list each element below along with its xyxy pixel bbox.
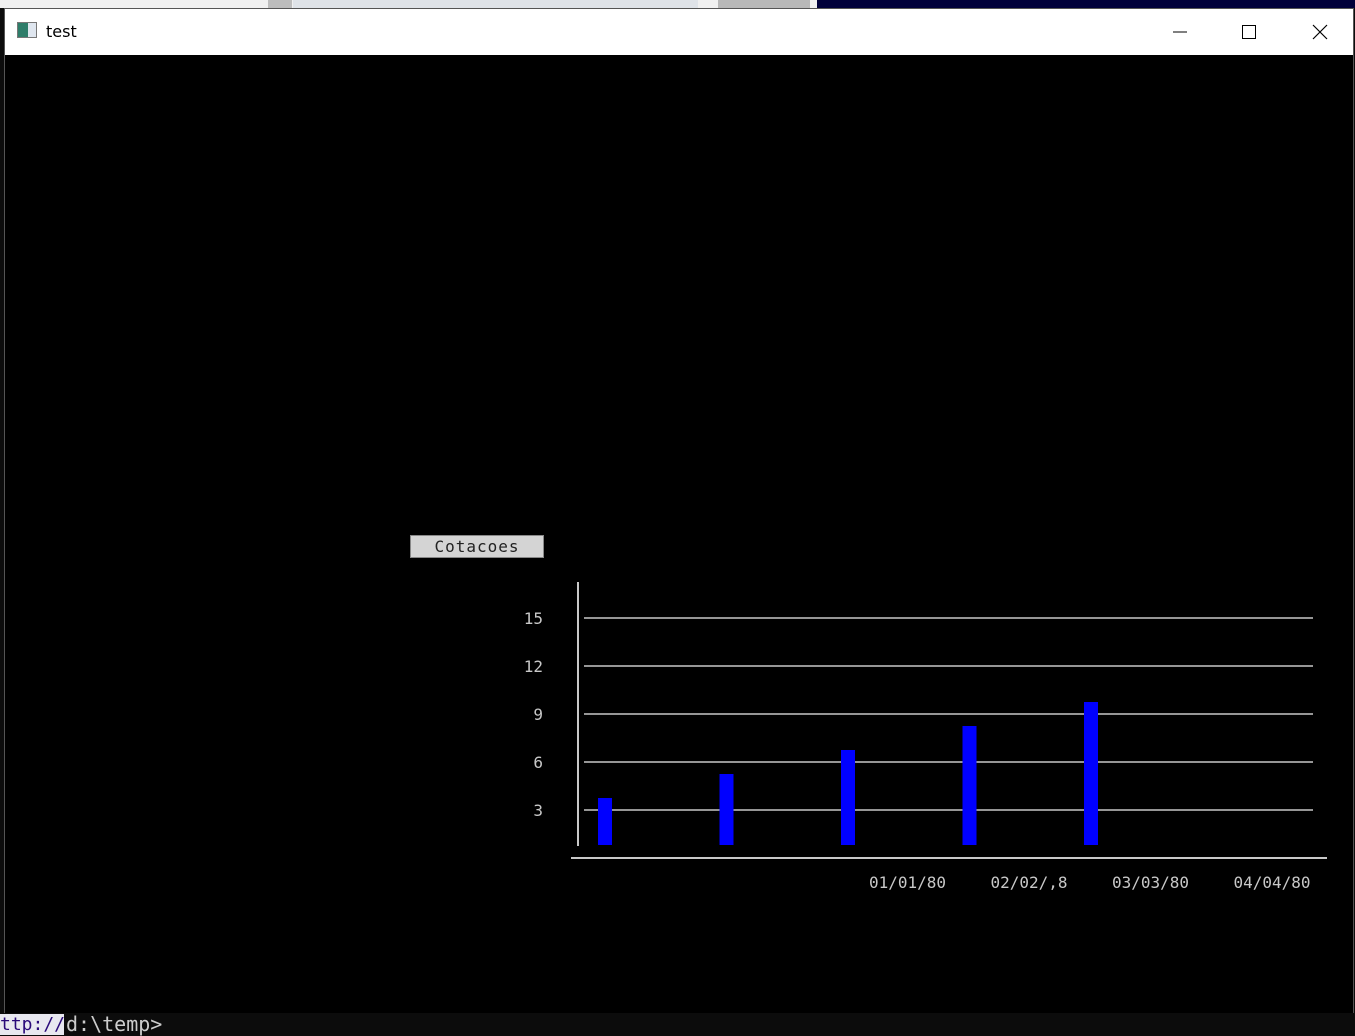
y-tick-label: 12 — [524, 657, 543, 676]
bar — [962, 726, 977, 845]
y-tick-label: 6 — [533, 753, 543, 772]
x-tick-label: 02/02/,8 — [991, 873, 1068, 892]
bar — [1084, 702, 1098, 845]
bar — [841, 750, 855, 845]
console-link-text[interactable]: ttp:// — [0, 1014, 64, 1035]
x-tick-label: 03/03/80 — [1112, 873, 1189, 892]
console-strip: ttp:// d:\temp> — [0, 1013, 1355, 1035]
x-tick-label: 04/04/80 — [1234, 873, 1311, 892]
y-tick-label: 15 — [524, 609, 543, 628]
y-tick-label: 9 — [533, 705, 543, 724]
bar — [598, 798, 612, 845]
y-tick-label: 3 — [533, 801, 543, 820]
bar-chart: 3 6 9 12 15 01/01/80 02/02/,8 03/03/80 04/04/80 — [524, 582, 1327, 892]
x-tick-label: 01/01/80 — [869, 873, 946, 892]
console-prompt: d:\temp> — [66, 1012, 163, 1036]
bar — [719, 774, 734, 845]
